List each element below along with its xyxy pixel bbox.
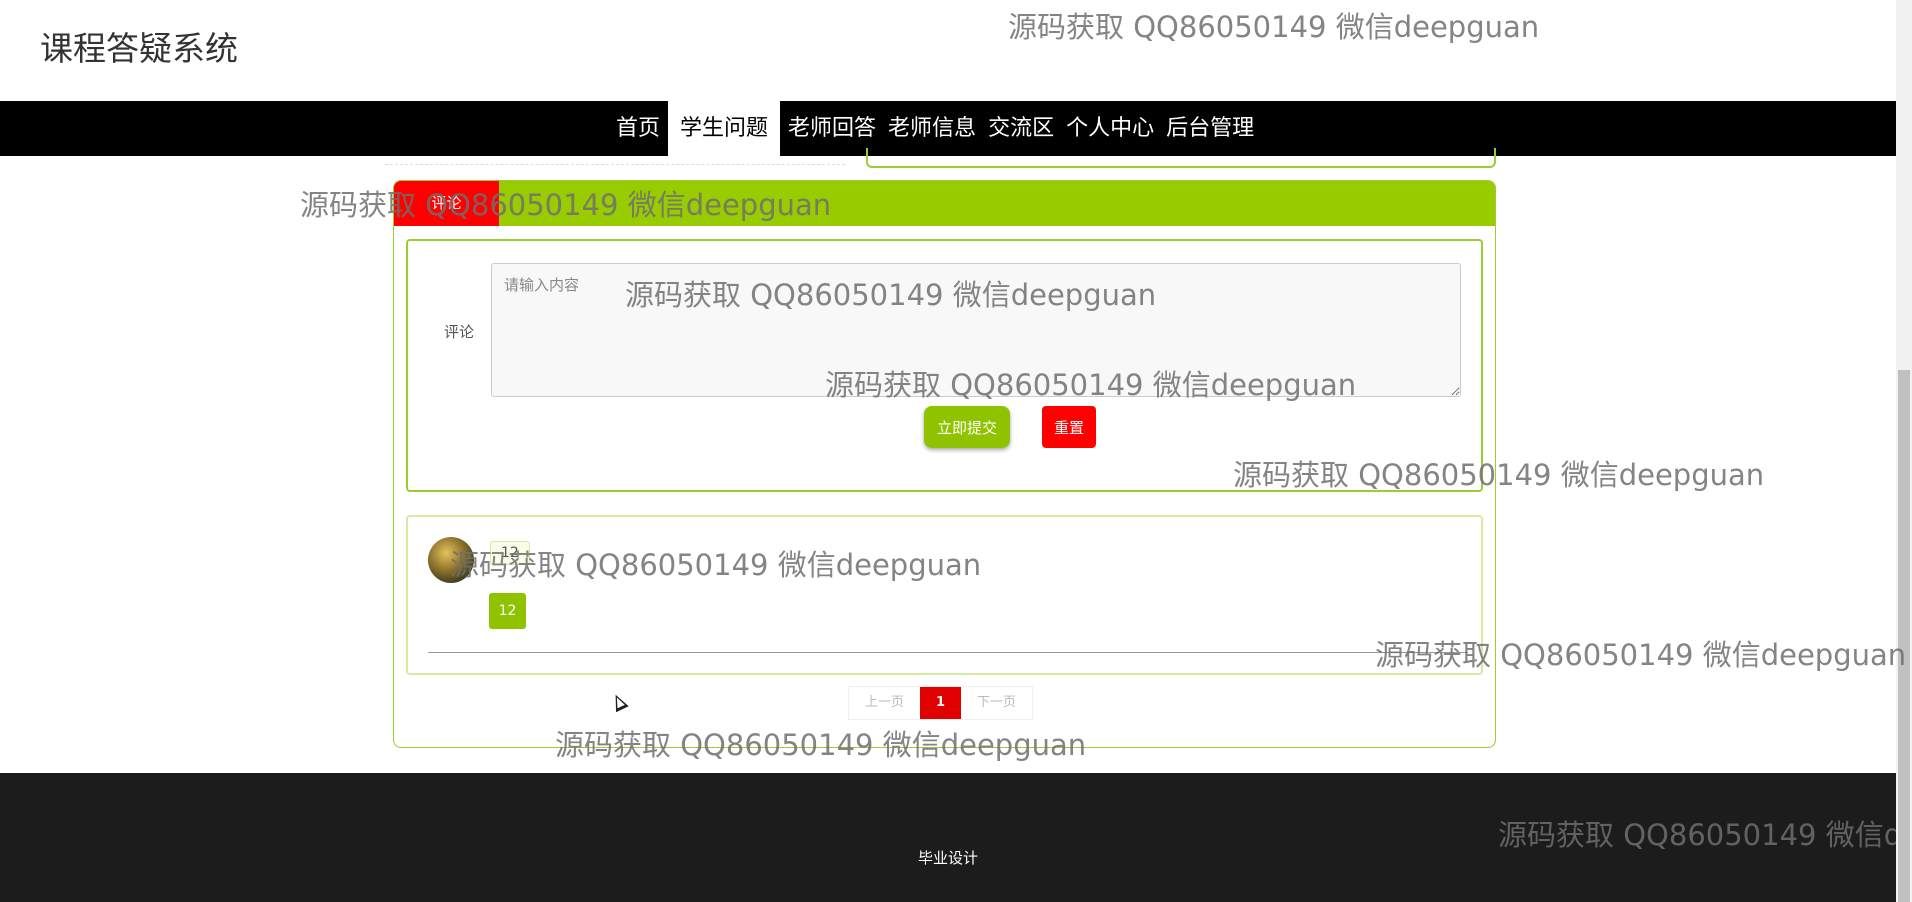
page-scrollbar[interactable] bbox=[1896, 0, 1912, 902]
comment-divider bbox=[428, 652, 1468, 653]
nav-item-student-questions[interactable]: 学生问题 bbox=[668, 101, 781, 156]
comment-field-label: 评论 bbox=[444, 323, 475, 341]
footer-text: 毕业设计 bbox=[917, 849, 978, 867]
avatar bbox=[428, 537, 474, 583]
watermark-text: 源码获取 QQ86050149 微信deepguan bbox=[1008, 10, 1540, 44]
current-page-button[interactable]: 1 bbox=[920, 687, 962, 719]
comment-list-item: 12 12 bbox=[406, 515, 1483, 675]
site-title: 课程答疑系统 bbox=[40, 29, 238, 68]
comment-panel: 评论 评论 立即提交 重置 12 12 上一页 1 下一页 bbox=[393, 180, 1496, 748]
pagination: 上一页 1 下一页 bbox=[848, 686, 1034, 720]
comment-form: 评论 立即提交 重置 bbox=[406, 239, 1483, 492]
comment-panel-header: 评论 bbox=[394, 181, 1495, 226]
previous-card-divider bbox=[385, 164, 845, 165]
comment-username: 12 bbox=[490, 541, 530, 565]
page-footer: 毕业设计 bbox=[0, 773, 1896, 902]
nav-item-home[interactable]: 首页 bbox=[612, 101, 664, 156]
comment-content: 12 bbox=[489, 593, 526, 629]
previous-card-bottom bbox=[866, 148, 1496, 168]
prev-page-button[interactable]: 上一页 bbox=[849, 687, 921, 719]
next-page-button[interactable]: 下一页 bbox=[961, 687, 1033, 719]
comment-textarea[interactable] bbox=[491, 263, 1461, 397]
reset-button[interactable]: 重置 bbox=[1042, 406, 1096, 448]
scrollbar-thumb[interactable] bbox=[1898, 370, 1910, 902]
submit-button[interactable]: 立即提交 bbox=[924, 406, 1010, 448]
comment-tab[interactable]: 评论 bbox=[394, 181, 499, 226]
